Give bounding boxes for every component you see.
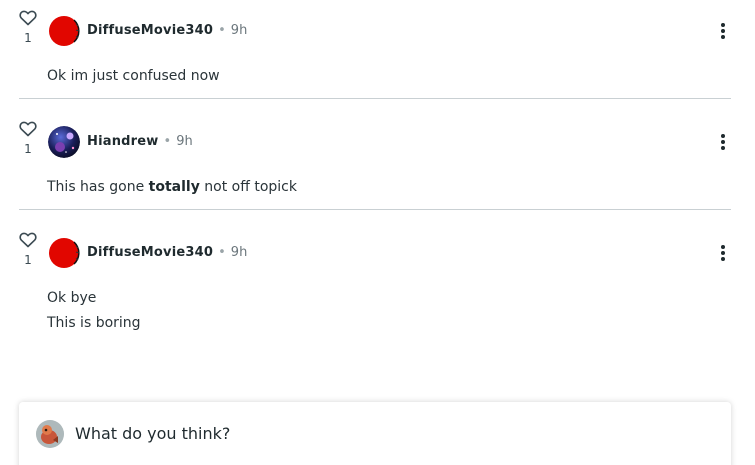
text-part: not off topick [199,179,297,195]
comment-text: Ok im just confused now [47,64,220,89]
bold-text-part: totally [148,179,200,195]
comment-meta: DiffuseMovie340 • 9h [87,244,247,261]
dot-icon [721,29,725,33]
dot-icon [721,146,725,150]
comment-input[interactable]: What do you think? [75,424,230,444]
avatar[interactable] [48,15,80,47]
heart-icon[interactable] [19,121,37,137]
meta-separator: • [218,23,226,38]
timestamp: 9h [230,23,248,38]
dot-icon [721,257,725,261]
comment-line: This has gone totally not off topick [47,175,297,200]
dot-icon [721,251,725,255]
comment-line: Ok bye [47,290,97,306]
comment-item: 1 Hiandrew • 9h This has gone totally no… [0,111,755,210]
timestamp: 9h [176,134,193,149]
heart-icon[interactable] [19,232,37,248]
comment-meta: Hiandrew • 9h [87,133,193,150]
red-circle-avatar-icon [48,237,80,269]
username[interactable]: DiffuseMovie340 [87,23,213,38]
comment-item: 1 DiffuseMovie340 • 9h Ok im just confused… [0,0,755,99]
dot-icon [721,245,725,249]
like-control[interactable]: 1 [18,232,38,267]
dot-icon [721,134,725,138]
username[interactable]: Hiandrew [87,134,159,149]
like-control[interactable]: 1 [18,121,38,156]
more-options-button[interactable] [716,20,730,42]
like-count: 1 [24,142,32,156]
dot-icon [721,140,725,144]
comment-line: Ok im just confused now [47,68,220,84]
dot-icon [721,23,725,27]
comment-meta: DiffuseMovie340 • 9h [87,22,247,39]
like-count: 1 [24,31,32,45]
comment-item: 1 DiffuseMovie340 • 9h Ok bye This is bori… [0,222,755,352]
avatar [36,420,64,448]
meta-separator: • [218,245,226,260]
avatar[interactable] [48,126,80,158]
avatar[interactable] [48,237,80,269]
user-avatar-icon [36,420,64,448]
like-count: 1 [24,253,32,267]
divider [19,209,731,210]
comment-text: Ok bye This is boring [47,286,141,336]
divider [19,98,731,99]
text-part: This has gone [47,179,149,195]
heart-icon[interactable] [19,10,37,26]
more-options-button[interactable] [716,242,730,264]
username[interactable]: DiffuseMovie340 [87,245,213,260]
like-control[interactable]: 1 [18,10,38,45]
red-circle-avatar-icon [48,15,80,47]
space-planet-avatar-icon [48,126,80,158]
comment-line: This is boring [47,315,141,331]
timestamp: 9h [230,245,248,260]
comment-composer[interactable]: What do you think? [19,402,731,465]
more-options-button[interactable] [716,131,730,153]
meta-separator: • [163,134,172,149]
comment-text: This has gone totally not off topick [47,175,297,200]
dot-icon [721,35,725,39]
